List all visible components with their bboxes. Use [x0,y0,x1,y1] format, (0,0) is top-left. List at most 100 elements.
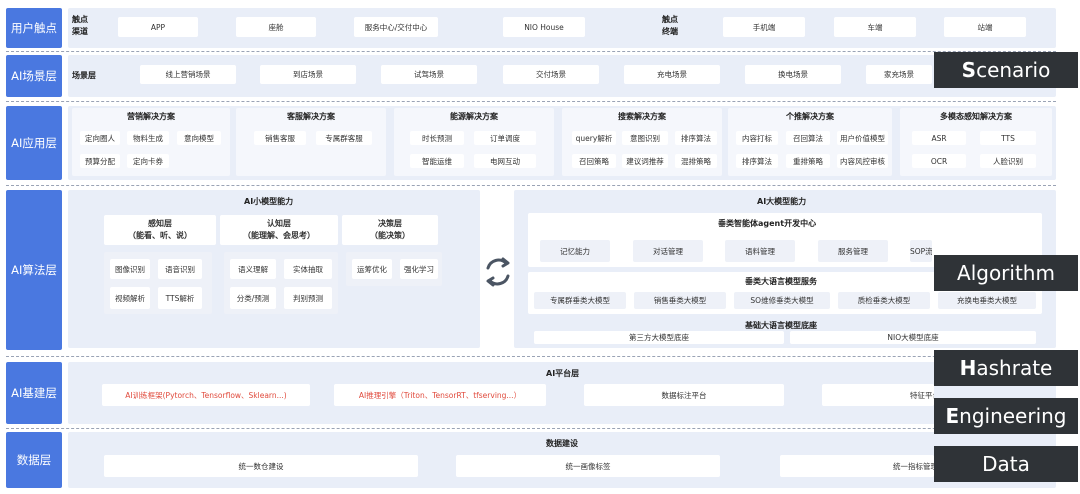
tag-data: Data [934,446,1078,482]
app-panel-title: 个推解决方案 [786,112,834,121]
cognize-item: 实体抽取 [284,259,332,279]
app-item: 召回策略 [572,154,616,168]
agent-item: 对话管理 [633,240,703,262]
app-item: TTS [980,131,1036,145]
data-item-metrics: 统一指标管理 [780,455,934,477]
app-item: 重排策略 [786,154,830,168]
tag-algorithm: Algorithm [934,255,1078,291]
app-item: 排序算法 [675,131,717,145]
cognize-title: 认知层 （能理解、会思考） [220,215,338,245]
agent-center-title: 垂类智能体agent开发中心 [718,219,817,228]
app-item: 内容打标 [736,131,778,145]
lane-scene: AI场景层 [6,55,62,97]
vertical-llm-item: SO维修垂类大模型 [734,292,830,309]
lane-app: AI应用层 [6,106,62,180]
app-item: 物料生成 [127,131,169,145]
large-model-title: AI大模型能力 [757,197,807,206]
infra-item-feature: 特征平台 [822,384,934,406]
decide-item: 运筹优化 [352,259,392,279]
base-llm-title: 基础大语言模型底座 [745,321,817,330]
tag-initial: S [961,58,977,82]
tag-scenario: Scenario [934,52,1078,88]
app-item: 混排策略 [675,154,717,168]
data-item-metrics-label: 统一指标管理 [893,461,934,471]
scene-item: 家充场景 [866,65,932,84]
refresh-cycle-icon [480,254,516,290]
app-panel-title: 多模态感知解决方案 [940,112,1012,121]
channel-item: APP [118,17,198,37]
lane-algo: AI算法层 [6,190,62,350]
lane-touch: 用户触点 [6,8,62,48]
app-item: 建议词推荐 [622,154,668,168]
vertical-llm-item: 质检垂类大模型 [838,292,930,309]
tag-initial: H [959,356,977,380]
app-item: 智能运维 [410,154,464,168]
tag-engineering: Engineering [934,398,1078,434]
separator [6,356,1056,357]
vertical-llm-title: 垂类大语言模型服务 [745,277,817,286]
data-item: 统一画像标签 [456,455,720,477]
small-model-title: AI小模型能力 [244,197,294,206]
cognize-item: 分类/预测 [230,287,276,309]
decide-item: 强化学习 [400,259,438,279]
scene-item: 换电场景 [745,65,841,84]
tag-text: cenario [976,58,1051,82]
perceive-item: 视频解析 [110,287,150,309]
perceive-item: TTS解析 [158,287,202,309]
tag-hashrate: Hashrate [934,350,1078,386]
vertical-llm-item: 销售垂类大模型 [634,292,726,309]
scene-item: 线上营销场景 [140,65,236,84]
terminal-item: 手机端 [723,17,805,37]
terminal-item: 站端 [944,17,1026,37]
app-panel-title: 客服解决方案 [287,112,335,121]
terminal-item: 车端 [834,17,916,37]
infra-item-inference: AI推理引擎（Triton、TensorRT、tfserving...） [334,384,546,406]
channel-item: NIO House [503,17,585,37]
agent-item: 语料管理 [725,240,795,262]
infra-item-annotation: 数据标注平台 [584,384,784,406]
perceive-title: 感知层 （能看、听、说） [104,215,216,245]
app-item: 排序算法 [736,154,778,168]
terminal-label: 触点 终端 [662,15,678,36]
cognize-item: 判别预测 [284,287,332,309]
app-panel-title: 搜索解决方案 [618,112,666,121]
tag-initial: E [945,404,960,428]
separator [6,185,1056,186]
perceive-item: 图像识别 [110,259,150,279]
tag-text: ashrate [976,356,1053,380]
data-title: 数据建设 [546,439,578,448]
app-item: 电网互动 [474,154,536,168]
app-item: 用户价值模型 [837,131,888,145]
app-item: 时长预测 [410,131,464,145]
data-item: 统一数仓建设 [104,455,418,477]
app-item: 召回算法 [786,131,830,145]
app-item: 订单调度 [474,131,536,145]
vertical-llm-item: 专属群垂类大模型 [534,292,626,309]
app-item: 内容风控审核 [837,154,888,168]
perceive-item: 语音识别 [158,259,202,279]
infra-item-training: AI训练框架(Pytorch、Tensorflow、Sklearn...) [102,384,310,406]
separator [6,51,1056,52]
app-item: 定向卡券 [127,154,169,168]
base-llm-item: 第三方大模型底座 [534,331,784,344]
channel-label: 触点 渠道 [72,15,88,36]
decide-title: 决策层 （能决策） [342,215,438,245]
base-llm-item: NIO大模型底座 [790,331,1036,344]
lane-data: 数据层 [6,432,62,488]
scene-item: 试驾场景 [381,65,477,84]
app-item: 定向圈人 [80,131,120,145]
scene-item: 交付场景 [503,65,599,84]
agent-item: SOP流程管理 [910,240,932,262]
app-item: 销售客服 [254,131,306,145]
scene-item: 到店场景 [260,65,356,84]
infra-title: AI平台层 [546,369,580,378]
tag-text: Data [982,452,1030,476]
channel-item: 座舱 [236,17,316,37]
scene-label: 场景层 [72,71,96,80]
app-panel-title: 能源解决方案 [450,112,498,121]
infra-item-feature-label: 特征平台 [910,390,934,400]
separator [6,428,1056,429]
app-item: ASR [912,131,966,145]
separator [6,101,1056,102]
tag-text: Algorithm [957,261,1055,285]
